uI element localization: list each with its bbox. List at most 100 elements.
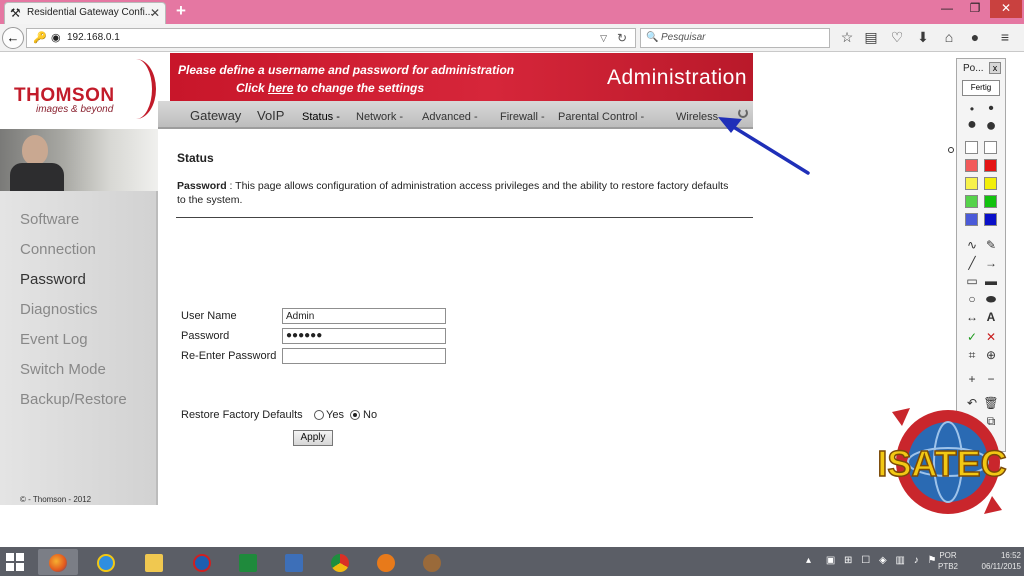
tab-status[interactable]: Status - xyxy=(302,111,340,123)
chat-icon[interactable]: ● xyxy=(966,28,984,46)
tab-parental-control[interactable]: Parental Control - xyxy=(558,111,644,123)
color-swatch-10[interactable] xyxy=(984,213,997,226)
apply-button[interactable]: Apply xyxy=(293,430,333,446)
username-field[interactable] xyxy=(282,308,446,324)
sidebar-item-diagnostics[interactable]: Diagnostics xyxy=(20,301,98,318)
color-swatch-4[interactable] xyxy=(984,159,997,172)
new-tab-button[interactable]: + xyxy=(172,2,190,20)
small-dot-icon[interactable]: • xyxy=(964,101,980,117)
clock[interactable]: 16:52 06/11/2015 xyxy=(965,550,1021,572)
taskbar-remote-desktop[interactable] xyxy=(274,549,314,575)
filled-ellipse-icon[interactable]: ⬬ xyxy=(983,291,999,307)
zoom-icon[interactable]: ⊕ xyxy=(983,347,999,363)
menu-icon[interactable]: ≡ xyxy=(996,28,1014,46)
sidebar-item-switch-mode[interactable]: Switch Mode xyxy=(20,361,106,378)
reader-icon[interactable]: ▤ xyxy=(862,28,880,46)
copyright-text: © - Thomson - 2012 xyxy=(20,495,92,504)
tab-wireless[interactable]: Wireless xyxy=(676,111,718,123)
arrow-icon[interactable]: → xyxy=(983,255,999,271)
banner-here-link[interactable]: here xyxy=(268,81,293,95)
double-arrow-icon[interactable]: ↔ xyxy=(964,309,980,325)
dropdown-arrow-icon[interactable]: ▽ xyxy=(600,29,607,47)
reenter-password-field[interactable] xyxy=(282,348,446,364)
filled-rectangle-icon[interactable]: ▬ xyxy=(983,273,999,289)
tab-advanced[interactable]: Advanced - xyxy=(422,111,478,123)
sidebar-item-event-log[interactable]: Event Log xyxy=(20,331,88,348)
browser-tab[interactable]: ⚒ Residential Gateway Confi... ✕ xyxy=(4,2,166,24)
flag-icon[interactable]: ⚑ xyxy=(927,555,936,566)
xlarge-dot-icon[interactable]: ● xyxy=(983,116,999,134)
logo-arrow-tip xyxy=(892,408,910,426)
cross-icon[interactable]: ✕ xyxy=(983,329,999,345)
color-swatch-2[interactable] xyxy=(984,141,997,154)
logo-swoosh xyxy=(116,59,156,119)
tray-icon[interactable]: ◈ xyxy=(879,555,887,566)
taskbar-internet-explorer[interactable] xyxy=(86,549,126,575)
done-button[interactable]: Fertig xyxy=(962,80,1000,96)
color-swatch-6[interactable] xyxy=(984,177,997,190)
close-window-button[interactable]: ✕ xyxy=(990,0,1022,18)
restore-yes-radio[interactable] xyxy=(314,410,324,420)
browser-tab-bar: ⚒ Residential Gateway Confi... ✕ + — ❐ ✕ xyxy=(0,0,1024,24)
home-icon[interactable]: ⌂ xyxy=(940,28,958,46)
star-icon[interactable]: ☆ xyxy=(838,28,856,46)
password-field[interactable]: ●●●●●● xyxy=(282,328,446,344)
pocket-icon[interactable]: ♡ xyxy=(888,28,906,46)
network-icon[interactable]: ▥ xyxy=(895,555,904,566)
tab-close-icon[interactable]: ✕ xyxy=(150,3,160,23)
tray-icon[interactable]: ▣ xyxy=(826,555,835,566)
tab-voip[interactable]: VoIP xyxy=(257,108,284,123)
zoom-in-icon[interactable]: + xyxy=(964,371,980,387)
language-indicator[interactable]: POR PTB2 xyxy=(938,550,958,572)
tab-gateway[interactable]: Gateway xyxy=(190,108,241,123)
taskbar-ccleaner[interactable] xyxy=(182,549,222,575)
rectangle-icon[interactable]: ▭ xyxy=(964,273,980,289)
download-icon[interactable]: ⬇ xyxy=(914,28,932,46)
taskbar-chrome[interactable] xyxy=(320,549,360,575)
eraser-icon[interactable]: ✎ xyxy=(983,237,999,253)
taskbar-gimp[interactable] xyxy=(412,549,452,575)
key-icon[interactable]: 🔑 xyxy=(33,29,47,47)
color-swatch-1[interactable] xyxy=(965,141,978,154)
color-swatch-8[interactable] xyxy=(984,195,997,208)
tab-firewall[interactable]: Firewall - xyxy=(500,111,545,123)
reload-icon[interactable]: ↻ xyxy=(617,29,627,47)
firefox-icon xyxy=(49,554,67,572)
sidebar-item-connection[interactable]: Connection xyxy=(20,241,96,258)
tab-network[interactable]: Network - xyxy=(356,111,403,123)
tray-icon[interactable]: ⊞ xyxy=(844,555,852,566)
color-swatch-7[interactable] xyxy=(965,195,978,208)
taskbar-file-explorer[interactable] xyxy=(134,549,174,575)
taskbar-firefox[interactable] xyxy=(38,549,78,575)
taskbar-avast[interactable] xyxy=(366,549,406,575)
tool-panel-close-button[interactable]: x xyxy=(989,62,1001,74)
zoom-out-icon[interactable]: − xyxy=(983,371,999,387)
windows-start-icon[interactable] xyxy=(6,553,24,571)
sidebar-item-software[interactable]: Software xyxy=(20,211,79,228)
back-button[interactable]: ← xyxy=(2,27,24,49)
sidebar-item-password[interactable]: Password xyxy=(20,271,86,288)
color-swatch-9[interactable] xyxy=(965,213,978,226)
excel-icon xyxy=(239,554,257,572)
text-icon[interactable]: A xyxy=(983,309,999,325)
address-bar[interactable]: 🔑 ◉ 192.168.0.1 ▽ ↻ xyxy=(26,28,636,48)
restore-no-radio[interactable] xyxy=(350,410,360,420)
globe-icon: ◉ xyxy=(51,32,61,44)
volume-icon[interactable]: ♪ xyxy=(914,555,919,566)
ellipse-icon[interactable]: ○ xyxy=(964,291,980,307)
color-swatch-3[interactable] xyxy=(965,159,978,172)
color-swatch-5[interactable] xyxy=(965,177,978,190)
pen-icon[interactable]: ∿ xyxy=(964,237,980,253)
search-input[interactable]: 🔍 Pesquisar xyxy=(640,28,830,48)
maximize-button[interactable]: ❐ xyxy=(962,0,988,18)
large-dot-icon[interactable]: ● xyxy=(964,117,980,133)
tray-expand-icon[interactable]: ▴ xyxy=(806,555,811,566)
line-icon[interactable]: ╱ xyxy=(964,255,980,271)
taskbar-excel[interactable] xyxy=(228,549,268,575)
sidebar-item-backup-restore[interactable]: Backup/Restore xyxy=(20,391,127,408)
check-icon[interactable]: ✓ xyxy=(964,329,980,345)
tray-icon[interactable]: ☐ xyxy=(861,555,870,566)
crop-icon[interactable]: ⌗ xyxy=(964,347,980,363)
annotation-tool-panel: Po... x Fertig • • ● ● ∿ ✎ ╱ → ▭ ▬ ○ ⬬ ↔… xyxy=(956,58,1006,452)
minimize-button[interactable]: — xyxy=(934,0,960,18)
